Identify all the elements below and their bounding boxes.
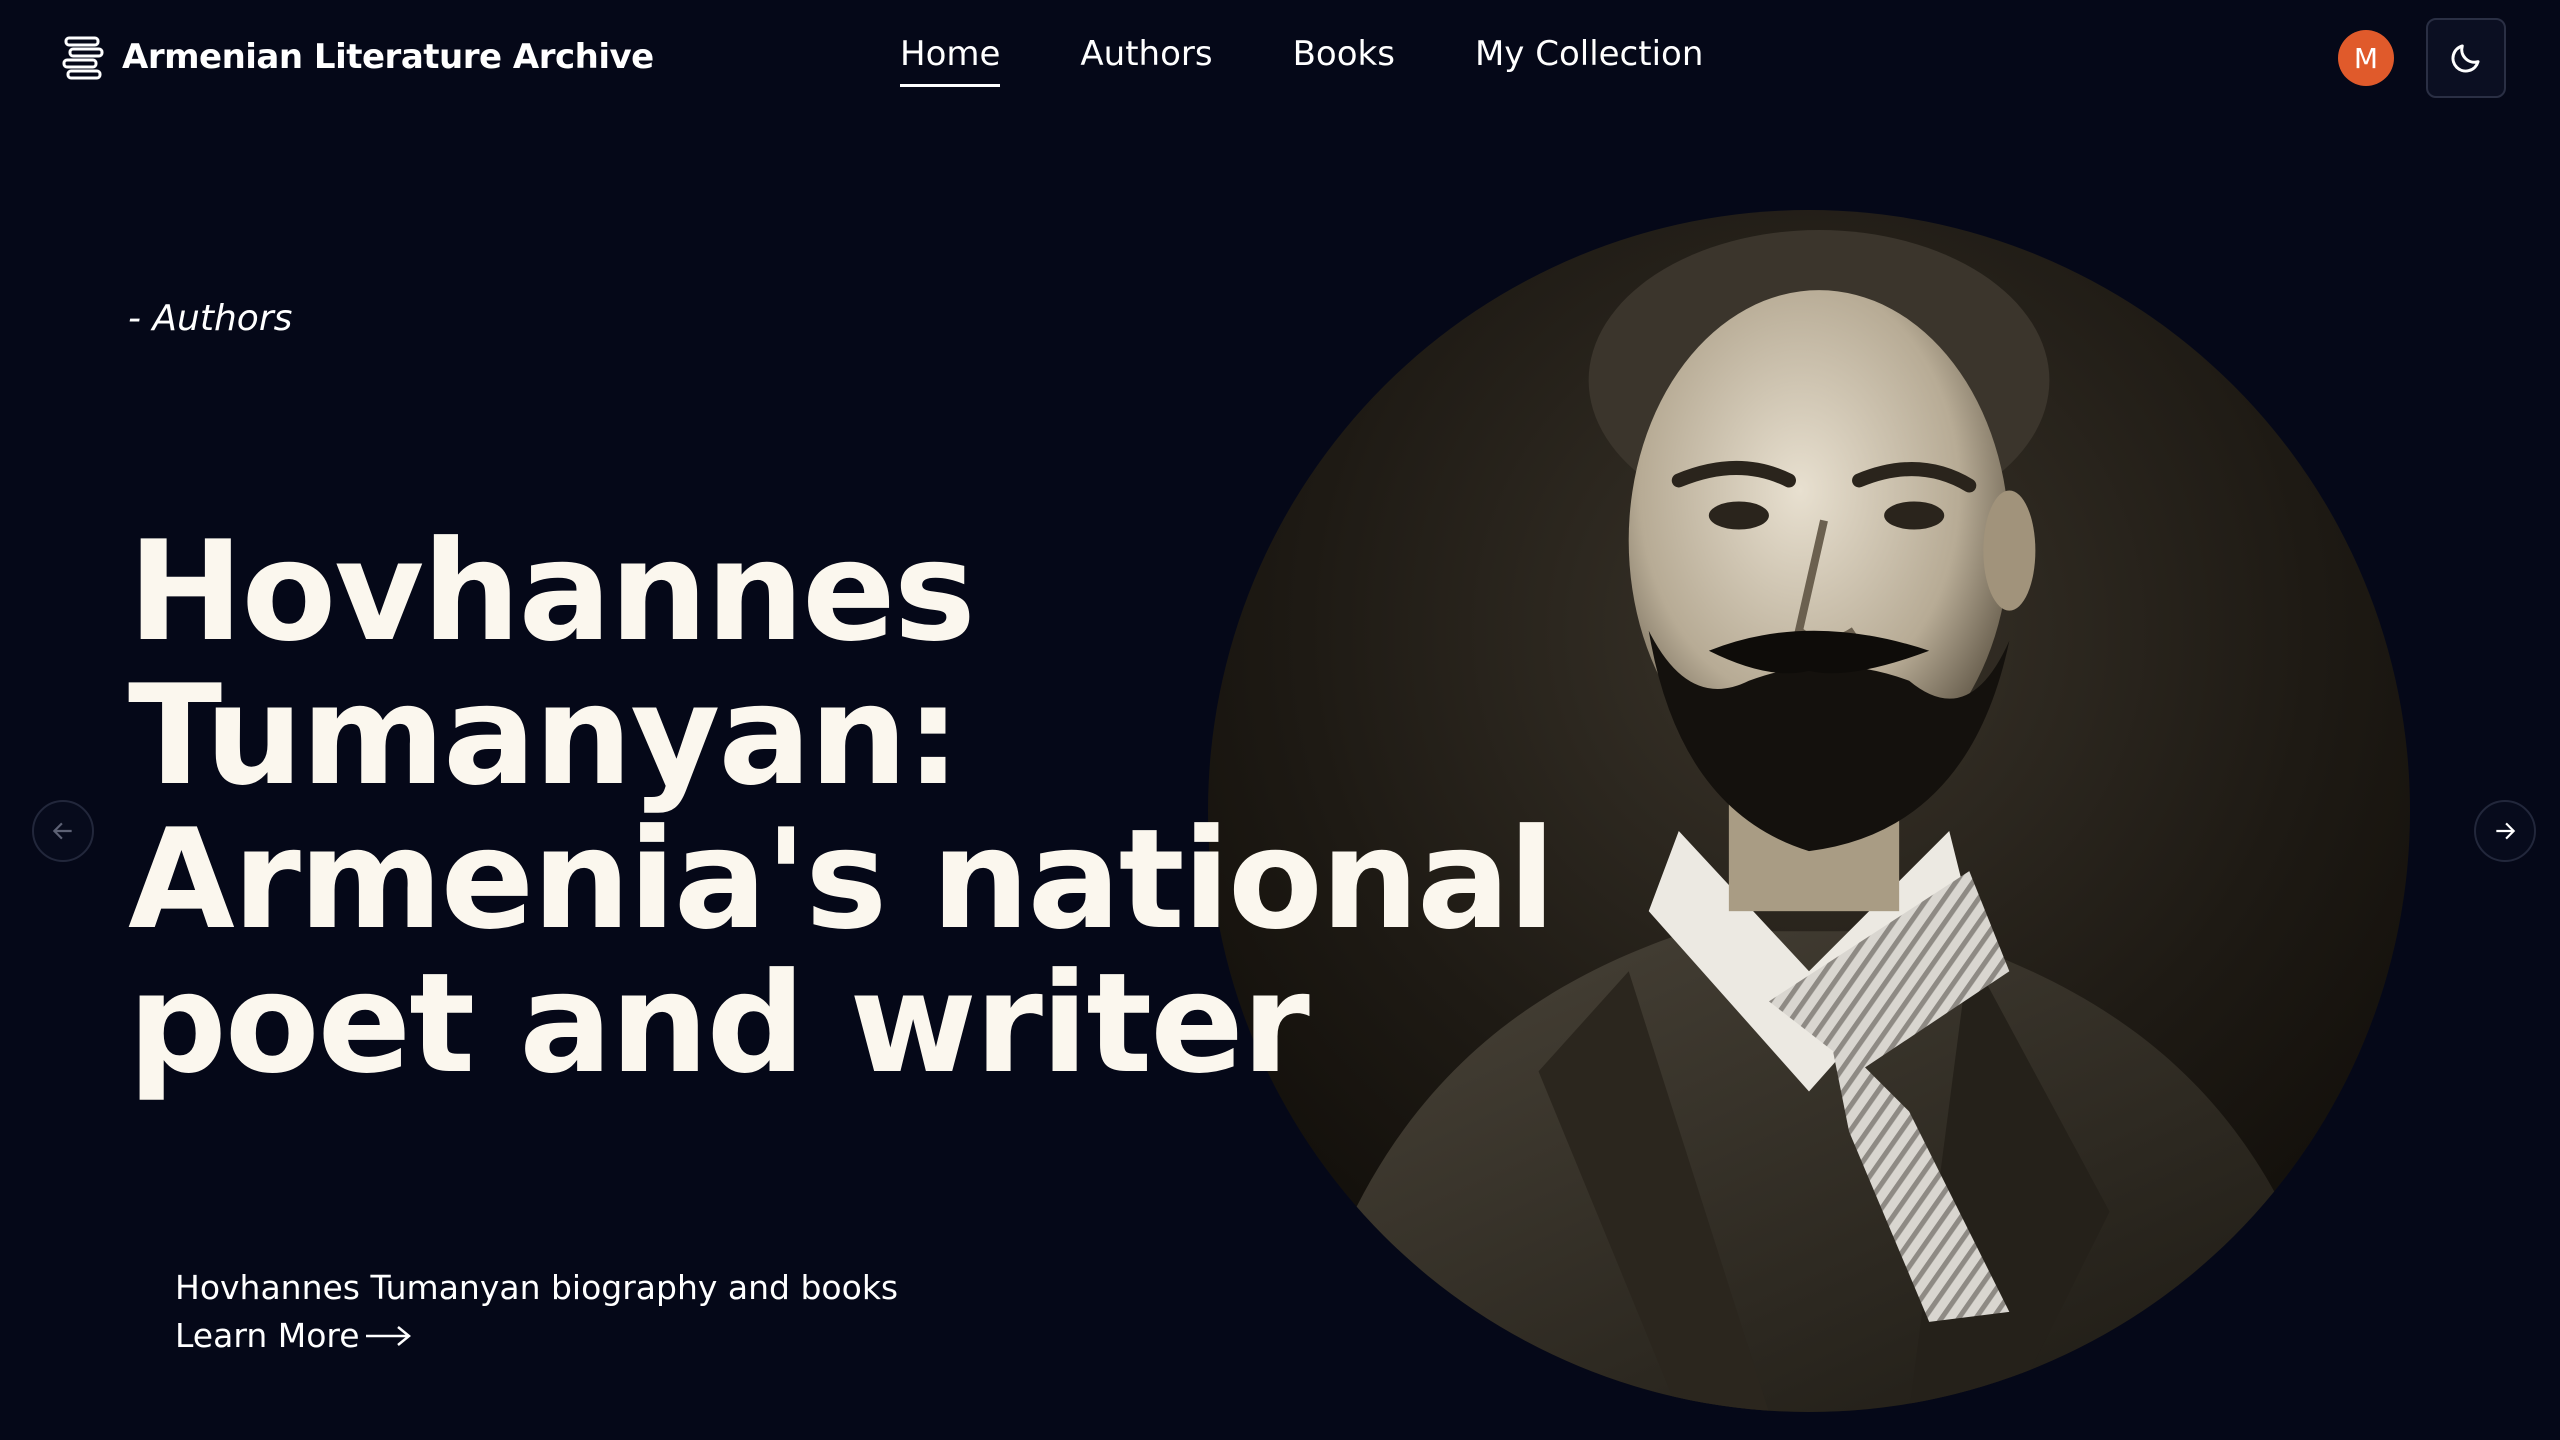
nav-link-home[interactable]: Home [900,34,1001,87]
headline-line: Hovhannes [128,511,976,672]
home-page: Armenian Literature Archive Home Authors… [0,0,2560,1440]
user-avatar[interactable]: M [2338,30,2394,86]
carousel-prev-button[interactable] [32,800,94,862]
arrow-right-icon [2496,822,2516,840]
brand-name: Armenian Literature Archive [122,37,654,77]
hero-headline: Hovhannes Tumanyan: Armenia's national p… [128,520,1648,1096]
headline-line: Tumanyan: [128,655,961,816]
learn-more-link[interactable]: Learn More [175,1316,412,1355]
hero-subtitle: Hovhannes Tumanyan biography and books [175,1268,899,1307]
brand-logo-link[interactable]: Armenian Literature Archive [62,32,654,82]
book-stack-icon [62,36,104,80]
top-navigation: Armenian Literature Archive Home Authors… [0,0,2560,115]
arrow-left-icon [52,822,72,840]
long-arrow-right-icon [365,1325,411,1346]
learn-more-label: Learn More [175,1316,360,1355]
section-label: - Authors [128,298,293,339]
main-menu: Home Authors Books My Collection [900,34,1703,87]
theme-toggle-button[interactable] [2426,18,2506,98]
carousel-next-button[interactable] [2474,800,2536,862]
nav-link-books[interactable]: Books [1293,34,1395,87]
nav-link-authors[interactable]: Authors [1080,34,1212,87]
nav-link-my-collection[interactable]: My Collection [1475,34,1703,87]
headline-line: Armenia's national [128,799,1555,960]
moon-icon [2451,44,2480,73]
headline-line: poet and writer [128,943,1310,1104]
